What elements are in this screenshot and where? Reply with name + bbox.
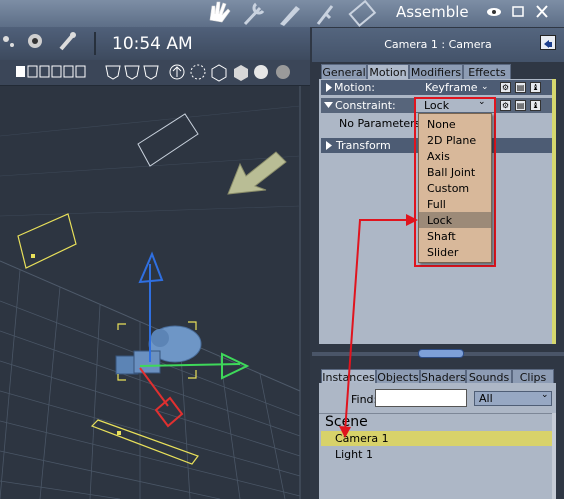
panel-header: Camera 1 : Camera [312,28,564,62]
hand-icon[interactable] [209,1,231,23]
disk-icon[interactable]: ▤ [515,100,526,111]
option-lock[interactable]: Lock [427,214,452,227]
option-none[interactable]: None [427,118,456,131]
no-parameters-text: No Parameters [339,117,421,130]
find-label: Find: [351,393,378,406]
move-arrows-icon[interactable] [3,36,14,47]
list-item[interactable]: Light 1 [321,447,553,462]
instances-tab-content: Find: All ⌄ Scene Camera 1 Light 1 [319,383,556,499]
direction-arrow-icon [227,151,287,195]
constraint-select[interactable]: Lock ⌄ [416,97,494,112]
chevron-down-icon: ⌄ [541,390,549,400]
time-toolbar: 10:54 AM [0,27,310,60]
motion-select[interactable]: Keyframe [425,80,478,95]
brush-icon[interactable] [316,5,334,25]
view-toolbar [0,60,310,86]
find-input[interactable] [375,389,467,407]
3d-viewport[interactable] [0,86,310,499]
tab-general[interactable]: General [321,64,367,79]
dotted-sphere-icon[interactable] [190,64,206,80]
select-arrows-icon: ⌄ [478,97,486,107]
panel-tabs: General Motion Modifiers Effects [319,64,556,79]
pen-icon[interactable] [280,6,300,26]
arrow-up-icon[interactable] [169,64,185,80]
chevron-right-icon [326,141,332,150]
gear-icon[interactable]: ⚙ [500,82,511,93]
tab-modifiers[interactable]: Modifiers [409,64,463,79]
clock-display: 10:54 AM [112,34,193,54]
option-custom[interactable]: Custom [427,182,469,195]
constraint-dropdown: None 2D Plane Axis Ball Joint Custom Ful… [418,113,492,263]
target-icon[interactable] [28,34,42,48]
gray-sphere-icon[interactable] [276,65,290,79]
shield-icon[interactable] [124,65,140,80]
wrench-icon[interactable] [243,2,265,26]
tab-clips[interactable]: Clips [512,369,554,384]
option-slider[interactable]: Slider [427,246,458,259]
shaded-sphere-icon[interactable] [254,65,268,79]
chevron-down-icon[interactable] [323,98,335,113]
top-toolbar: Assemble [0,0,564,27]
tab-effects[interactable]: Effects [463,64,511,79]
wire-cube-icon[interactable] [211,64,227,82]
filter-value: All [479,392,493,405]
tab-objects[interactable]: Objects [376,369,420,384]
transform-label: Transform [336,139,391,152]
option-full[interactable]: Full [427,198,446,211]
option-shaft[interactable]: Shaft [427,230,456,243]
option-2d-plane[interactable]: 2D Plane [427,134,476,147]
collapse-panel-button[interactable] [540,35,556,50]
select-arrows-icon: ⌄ [481,82,489,92]
lock-icon[interactable]: ♝ [530,82,541,93]
solid-cube-icon[interactable] [234,65,248,81]
arrow-left-icon [544,40,552,48]
film-icon[interactable] [348,0,377,27]
filter-select[interactable]: All ⌄ [474,390,552,406]
bone-icon[interactable] [59,32,76,51]
layout-grid-icon[interactable] [16,65,86,78]
shield-icon[interactable] [105,65,121,80]
panel-title: Camera 1 : Camera [384,38,492,51]
constraint-label: Constraint: [335,99,396,112]
tab-shaders[interactable]: Shaders [420,369,466,384]
option-ball-joint[interactable]: Ball Joint [427,166,475,179]
motion-label: Motion: [334,81,375,94]
close-icon[interactable] [536,5,548,18]
browser-tabs: Instances Objects Shaders Sounds Clips [319,369,556,384]
minimize-icon[interactable] [512,6,524,17]
splitter-handle[interactable] [418,349,464,358]
option-axis[interactable]: Axis [427,150,450,163]
mode-title: Assemble [396,3,469,21]
shield-icon[interactable] [143,65,159,80]
scene-graphic [0,86,301,499]
scene-group-title: Scene [325,414,368,430]
scrollbar[interactable] [552,79,556,344]
disk-icon[interactable]: ▤ [515,82,526,93]
lock-icon[interactable]: ♝ [530,100,541,111]
eye-icon[interactable] [487,8,501,16]
list-item-selected[interactable]: Camera 1 [321,431,553,446]
scrollbar[interactable] [552,413,556,499]
chevron-right-icon[interactable] [324,80,334,95]
tab-instances[interactable]: Instances [321,369,376,384]
tab-motion[interactable]: Motion [367,64,409,79]
tab-sounds[interactable]: Sounds [466,369,512,384]
constraint-select-value: Lock [424,99,450,112]
gear-icon[interactable]: ⚙ [500,100,511,111]
